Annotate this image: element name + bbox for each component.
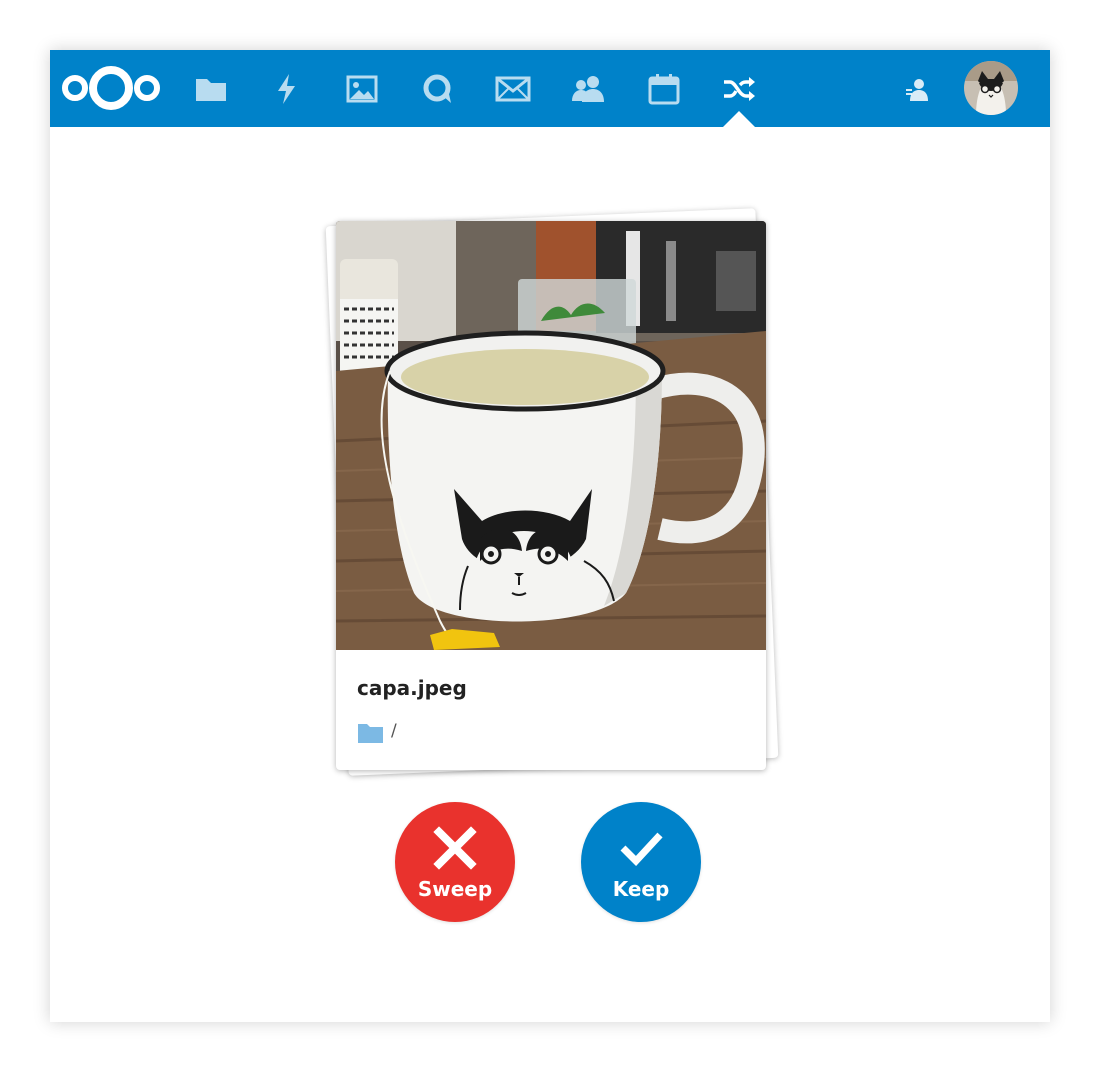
talk-icon[interactable] <box>419 70 457 108</box>
user-avatar-icon[interactable] <box>964 61 1018 115</box>
header-bar <box>50 50 1050 127</box>
shuffle-icon[interactable] <box>720 70 758 108</box>
activity-icon[interactable] <box>268 70 306 108</box>
folder-icon <box>357 722 384 744</box>
file-path: / <box>391 721 397 741</box>
sweep-button[interactable]: Sweep <box>395 802 515 922</box>
close-icon <box>431 824 479 872</box>
contacts-icon[interactable] <box>569 70 607 108</box>
keep-label: Keep <box>612 877 670 901</box>
files-icon[interactable] <box>192 70 230 108</box>
mail-icon[interactable] <box>494 70 532 108</box>
calendar-icon[interactable] <box>645 70 683 108</box>
gallery-icon[interactable] <box>343 70 381 108</box>
photo-thumbnail <box>336 221 766 650</box>
nextcloud-logo-icon[interactable] <box>58 62 166 114</box>
checkmark-icon <box>617 824 665 872</box>
contacts-menu-icon[interactable] <box>900 74 932 106</box>
keep-button[interactable]: Keep <box>581 802 701 922</box>
photo-card[interactable]: capa.jpeg / <box>336 221 766 770</box>
active-tab-indicator <box>723 111 755 127</box>
app-window: capa.jpeg / Sweep Keep <box>50 50 1050 1022</box>
file-name: capa.jpeg <box>357 676 467 700</box>
sweep-label: Sweep <box>417 877 493 901</box>
